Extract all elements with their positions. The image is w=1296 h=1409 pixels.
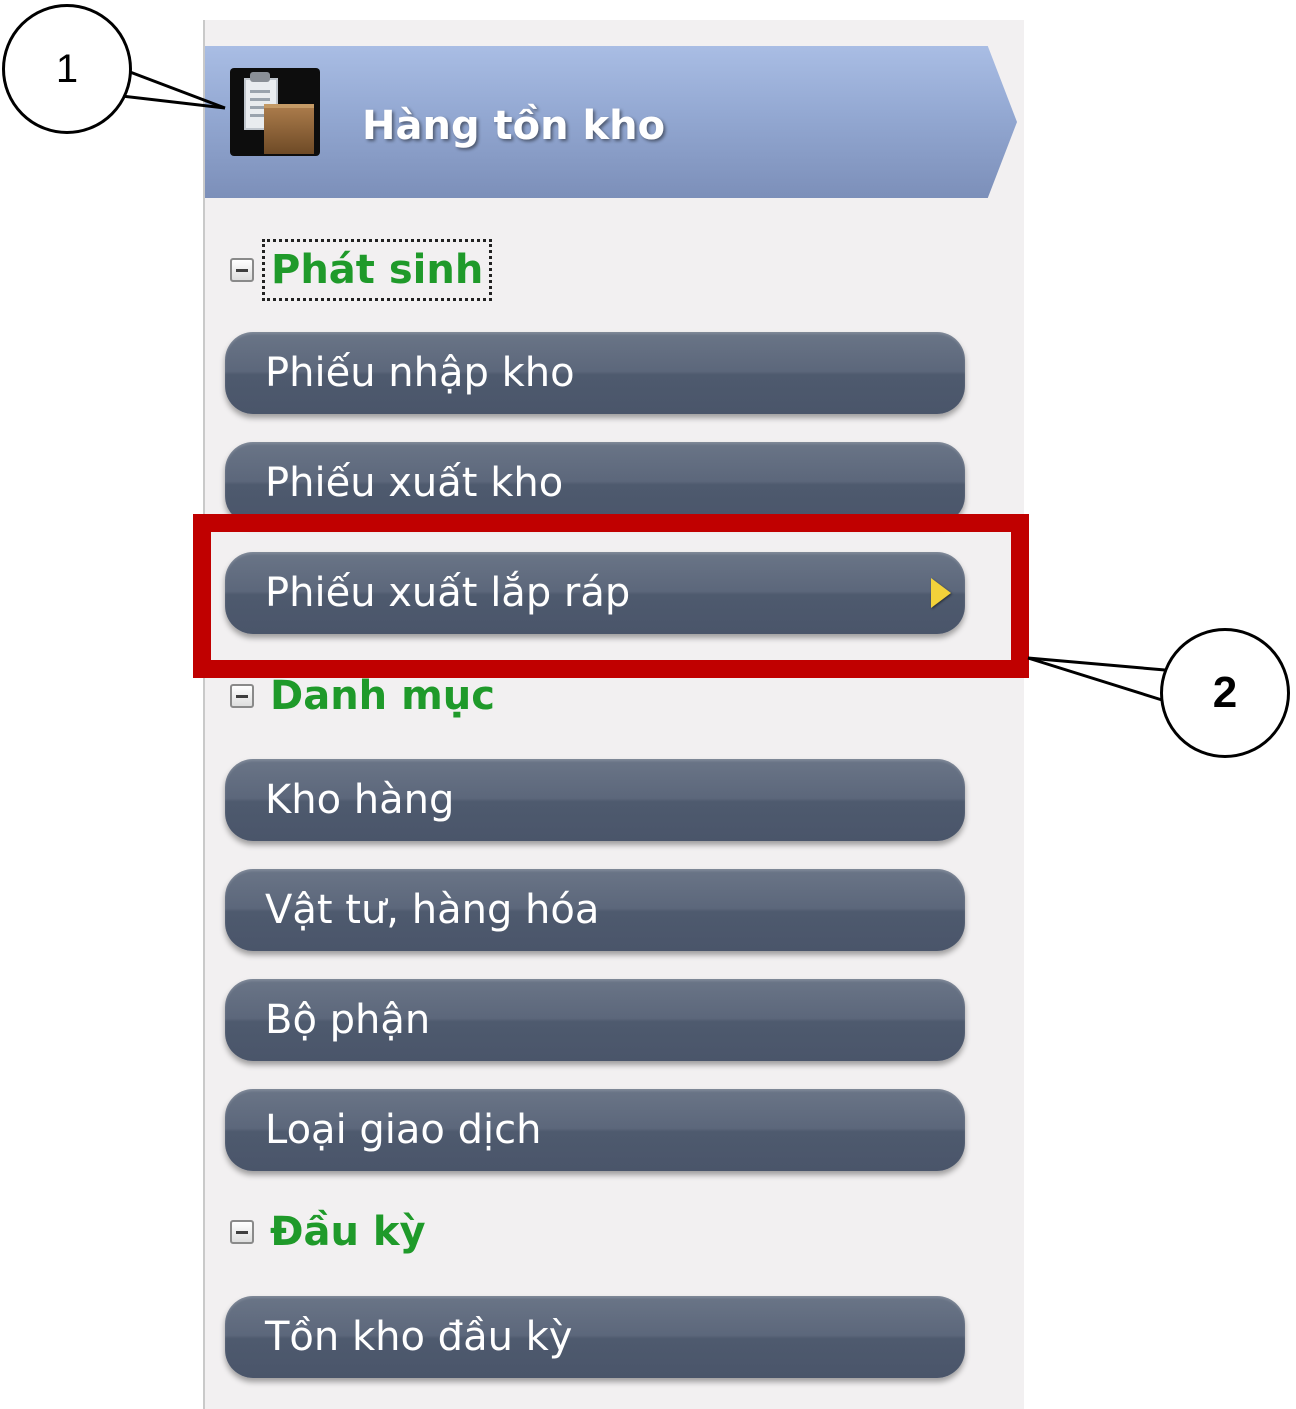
callout-2: 2 <box>1160 628 1290 758</box>
callout-1: 1 <box>2 4 132 134</box>
callout-leader-lines <box>121 70 1166 702</box>
